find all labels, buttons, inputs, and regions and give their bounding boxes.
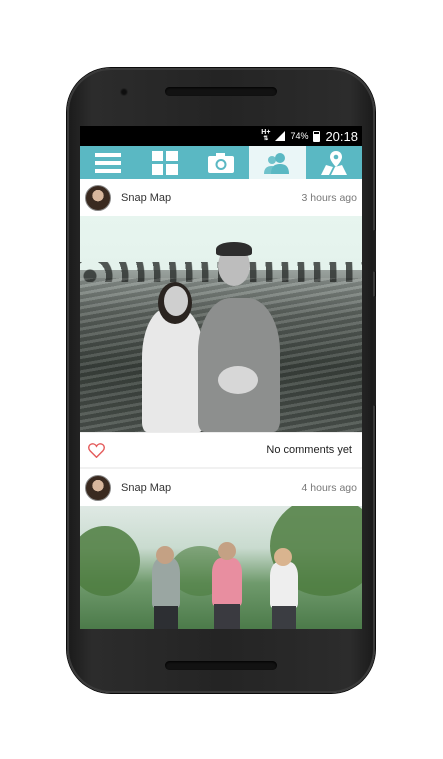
post-timestamp: 3 hours ago: [301, 191, 357, 204]
tab-grid[interactable]: [136, 146, 192, 179]
tab-camera[interactable]: [193, 146, 249, 179]
post-username[interactable]: Snap Map: [121, 482, 302, 494]
post-photo[interactable]: [80, 216, 362, 432]
front-camera: [120, 88, 128, 96]
signal-icon: [275, 131, 286, 141]
avatar[interactable]: [85, 474, 111, 501]
battery-percent: 74%: [290, 131, 309, 141]
status-bar: H+ ⇅ 74% 20:18: [80, 126, 362, 146]
friends-icon: [264, 152, 290, 174]
photo-person-man: [198, 298, 280, 432]
camera-icon: [208, 152, 235, 173]
grid-icon: [151, 150, 178, 175]
avatar[interactable]: [85, 184, 111, 211]
power-button: [373, 230, 376, 272]
photo-person-right: [270, 562, 298, 608]
tab-friends[interactable]: [249, 146, 306, 179]
comments-count[interactable]: No comments yet: [266, 444, 352, 456]
photo-man-hair: [216, 242, 252, 256]
phone-screen: H+ ⇅ 74% 20:18 Snap Map 3 hours ago No c…: [80, 126, 362, 629]
photo-person-middle: [212, 558, 242, 606]
post-photo[interactable]: [80, 506, 362, 629]
heart-icon[interactable]: [88, 442, 105, 458]
phone-frame: H+ ⇅ 74% 20:18 Snap Map 3 hours ago No c…: [67, 68, 376, 693]
clock: 20:18: [325, 128, 358, 144]
tab-menu[interactable]: [80, 146, 136, 179]
photo-tree: [80, 526, 140, 596]
photo-woman-face: [164, 286, 188, 316]
photo-person-woman: [142, 308, 204, 432]
map-pin-icon: [320, 150, 347, 175]
post-footer: No comments yet: [80, 432, 362, 467]
post-header: Snap Map 3 hours ago: [80, 179, 362, 216]
network-indicator: H+ ⇅: [261, 129, 271, 142]
photo-person-left: [152, 558, 180, 608]
post-username[interactable]: Snap Map: [121, 192, 302, 204]
tab-map[interactable]: [306, 146, 362, 179]
bottom-speaker: [165, 661, 277, 670]
menu-icon: [95, 152, 122, 173]
top-nav-bar: [80, 146, 362, 179]
volume-rocker: [373, 296, 376, 406]
battery-icon: [313, 130, 321, 142]
post-timestamp: 4 hours ago: [301, 481, 357, 494]
post-header: Snap Map 4 hours ago: [80, 469, 362, 506]
top-speaker: [165, 87, 277, 96]
photo-dog: [218, 366, 258, 394]
